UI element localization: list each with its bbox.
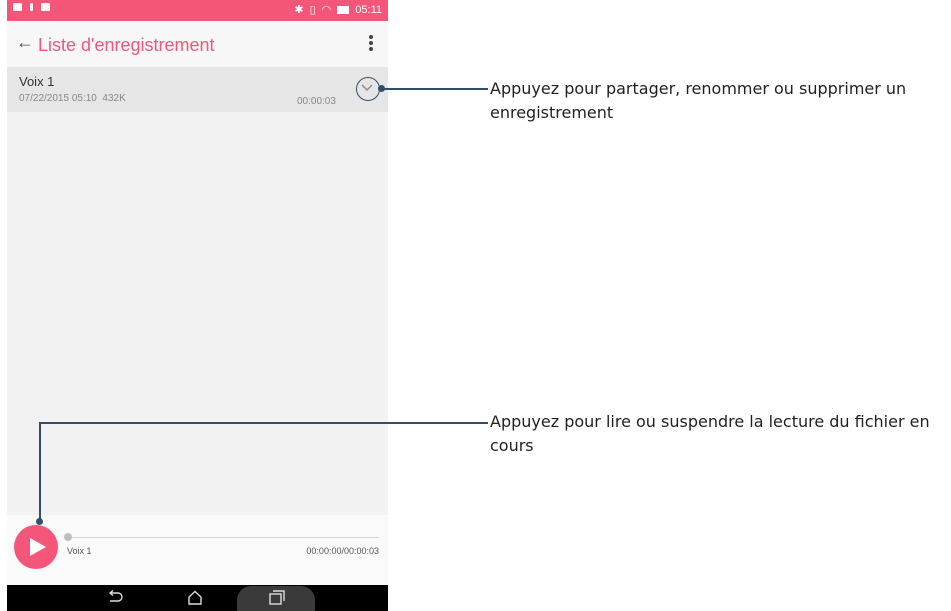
callout-bottom: Appuyez pour lire ou suspendre la lectur… [490,412,930,455]
more-vertical-icon[interactable] [368,35,374,53]
page-title: Liste d'enregistrement [38,35,215,55]
player-bar: Voix 1 00:00:00/00:00:03 [7,515,388,585]
bluetooth-icon: ✱ [294,4,304,16]
list-item[interactable]: Voix 1 07/22/2015 05:10 432K 00:00:03 [7,67,388,112]
recording-duration: 00:00:03 [297,96,336,107]
seek-bar[interactable] [67,537,379,538]
callout-top: Appuyez pour partager, renommer ou suppr… [490,79,907,122]
back-icon[interactable] [107,590,123,604]
recording-name: Voix 1 [19,74,55,89]
callout-anchor-bottom [36,518,43,525]
callout-line-bottom-vertical [39,422,41,522]
status-bar: ✱ ▯ ◠ 05:11 [7,0,388,21]
photo-icon [41,3,50,11]
nav-bar [7,585,388,611]
recording-meta: 07/22/2015 05:10 432K [19,93,126,104]
arrow-left-icon[interactable]: ← [16,32,34,53]
vibrate-icon: ▯ [309,4,316,16]
player-track-name: Voix 1 [67,546,92,556]
status-time: 05:11 [355,3,382,16]
recording-date: 07/22/2015 05:10 [19,93,97,104]
device-screen: ✱ ▯ ◠ 05:11 ← Liste d'enregistrement Voi… [7,0,388,611]
notification-icon [13,3,22,11]
player-time: 00:00:00/00:00:03 [306,546,379,556]
wifi-icon: ◠ [321,4,332,16]
home-icon[interactable] [187,590,203,605]
download-icon [30,3,33,11]
play-icon [30,538,46,556]
chevron-down-icon[interactable] [356,77,380,101]
app-bar: ← Liste d'enregistrement [7,21,388,68]
callout-line-top [382,88,488,90]
seek-handle[interactable] [64,533,72,541]
play-button[interactable] [14,525,58,569]
recents-icon[interactable] [269,590,285,605]
battery-icon [337,5,350,14]
recording-size: 432K [102,93,126,104]
callout-line-bottom [39,422,488,424]
